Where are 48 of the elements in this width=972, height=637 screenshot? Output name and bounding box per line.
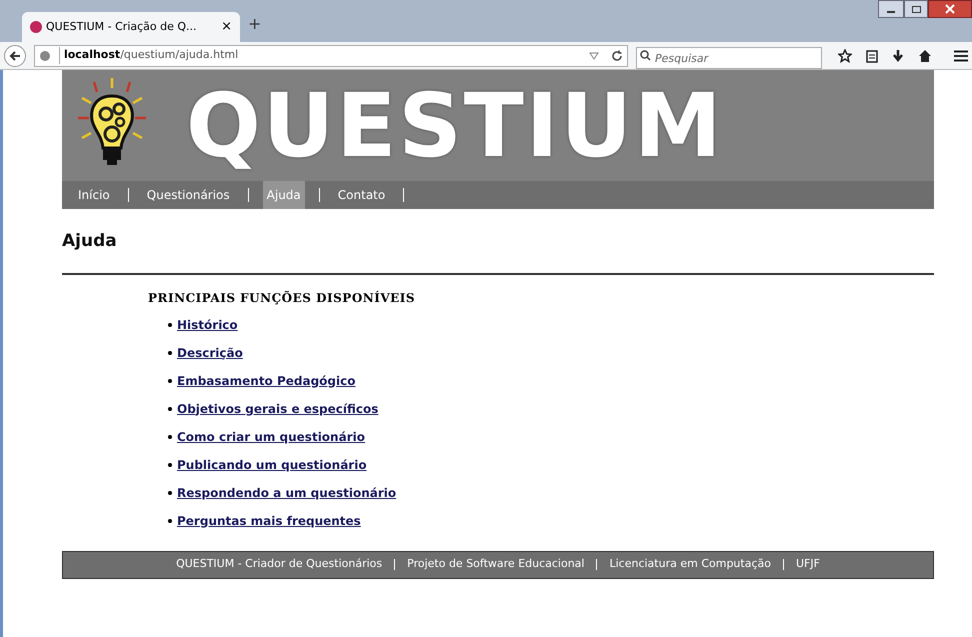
reload-icon[interactable] xyxy=(611,50,623,62)
bullet-icon xyxy=(168,462,172,466)
dropdown-icon[interactable] xyxy=(589,52,599,60)
browser-tab[interactable]: QUESTIUM - Criação de Q... × xyxy=(22,12,240,42)
close-window-button[interactable] xyxy=(928,0,972,18)
help-topic-link[interactable]: Objetivos gerais e específicos xyxy=(177,400,378,418)
home-icon[interactable] xyxy=(918,48,932,62)
maximize-button[interactable] xyxy=(904,0,928,18)
close-tab-button[interactable]: × xyxy=(221,17,232,37)
clipboard-icon[interactable] xyxy=(866,48,878,62)
bookmark-star-icon[interactable] xyxy=(838,48,852,62)
section-heading: PRINCIPAIS FUNÇÕES DISPONÍVEIS xyxy=(148,290,416,306)
help-topic-link[interactable]: Histórico xyxy=(177,316,238,334)
search-field[interactable]: Pesquisar xyxy=(636,47,822,69)
help-topic-link[interactable]: Como criar um questionário xyxy=(177,428,365,446)
search-icon xyxy=(640,50,651,60)
footer-text: Projeto de Software Educacional xyxy=(407,556,584,572)
help-topic-link[interactable]: Publicando um questionário xyxy=(177,456,367,474)
minimize-button[interactable] xyxy=(878,0,904,18)
back-button[interactable] xyxy=(4,44,26,66)
footer-text: QUESTIUM - Criador de Questionários xyxy=(176,556,382,572)
bullet-icon xyxy=(168,322,172,326)
back-arrow-icon xyxy=(8,50,21,62)
site-logo-text: QUESTIUM xyxy=(186,82,724,170)
download-icon[interactable] xyxy=(892,48,904,62)
menu-icon[interactable] xyxy=(954,50,968,62)
bullet-icon xyxy=(168,406,172,410)
nav-link[interactable]: Questionários xyxy=(142,181,234,209)
footer-text: Licenciatura em Computação xyxy=(609,556,771,572)
bullet-icon xyxy=(168,350,172,354)
bullet-icon xyxy=(168,518,172,522)
help-topic-link[interactable]: Embasamento Pedagógico xyxy=(177,372,356,390)
new-tab-button[interactable]: + xyxy=(248,12,262,36)
nav-link[interactable]: Início xyxy=(74,181,114,209)
footer-text: UFJF xyxy=(796,556,820,572)
tab-title: QUESTIUM - Criação de Q... xyxy=(46,18,197,35)
help-topic-link[interactable]: Descrição xyxy=(177,344,243,362)
bullet-icon xyxy=(168,378,172,382)
bullet-icon xyxy=(168,434,172,438)
page-title: Ajuda xyxy=(62,230,118,253)
url-text: localhost/questium/ajuda.html xyxy=(58,47,238,64)
bullet-icon xyxy=(168,490,172,494)
site-favicon-icon xyxy=(30,21,42,33)
help-topic-link[interactable]: Perguntas mais frequentes xyxy=(177,512,361,530)
url-field[interactable]: localhost/questium/ajuda.html xyxy=(34,44,628,66)
close-icon xyxy=(945,4,955,14)
nav-link[interactable]: Contato xyxy=(334,181,390,209)
help-topic-link[interactable]: Respondendo a um questionário xyxy=(177,484,396,502)
